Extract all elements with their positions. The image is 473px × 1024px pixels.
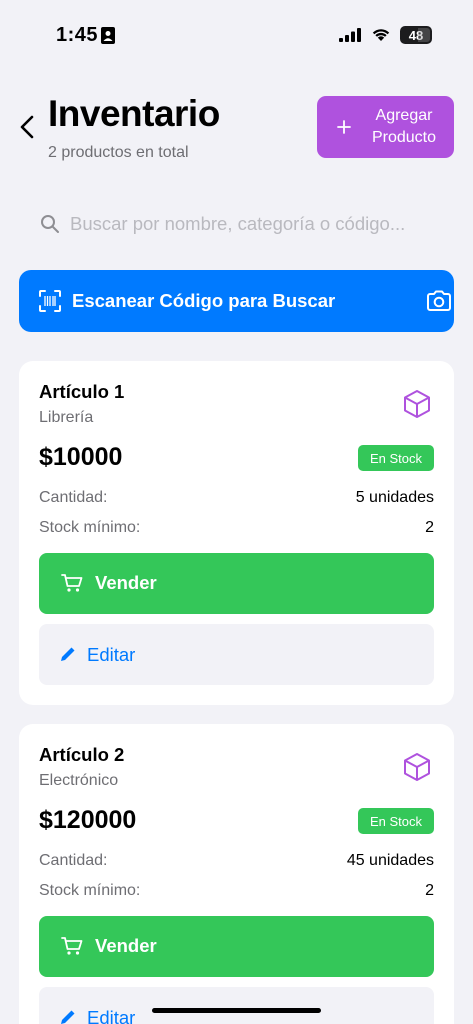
barcode-icon [39,290,61,312]
cellular-signal-icon [339,28,361,42]
page-subtitle: 2 productos en total [48,144,189,161]
product-name: Artículo 2 [39,744,125,765]
scan-barcode-button[interactable]: Escanear Código para Buscar [19,270,454,332]
product-card: Artículo 1 Librería $10000 En Stock Cant… [19,361,454,705]
chevron-left-icon[interactable] [18,114,38,140]
status-bar: 1:45 48 [0,0,473,60]
sell-button[interactable]: Vender [39,916,434,977]
quantity-label: Cantidad: [39,852,108,869]
add-product-label: Agregar Producto [371,107,437,146]
wifi-icon [372,29,390,41]
stock-status-badge: En Stock [358,445,434,471]
min-stock-label: Stock mínimo: [39,882,141,899]
sell-button[interactable]: Vender [39,553,434,614]
stock-status-badge: En Stock [358,808,434,834]
edit-button[interactable]: Editar [39,987,434,1024]
battery-indicator: 48 [400,26,432,44]
product-name: Artículo 1 [39,381,125,402]
search-input[interactable] [70,213,440,235]
product-price: $120000 [39,806,137,834]
plus-icon [337,120,351,134]
search-bar [40,212,440,236]
scan-button-label: Escanear Código para Buscar [72,290,336,311]
page-title: Inventario [48,93,220,134]
quantity-value: 45 unidades [346,852,434,869]
min-stock-label: Stock mínimo: [39,519,141,536]
quantity-label: Cantidad: [39,489,108,506]
sell-button-label: Vender [95,935,157,956]
contact-card-icon [101,27,115,44]
cart-icon [61,937,83,955]
camera-icon [427,290,451,311]
box-icon [404,753,430,781]
product-card: Artículo 2 Electrónico $120000 En Stock … [19,724,454,1024]
sell-button-label: Vender [95,572,157,593]
product-category: Librería [39,409,94,426]
quantity-value: 5 unidades [355,489,434,506]
pencil-icon [61,1010,75,1024]
edit-button-label: Editar [87,644,136,665]
battery-fill [418,28,430,42]
add-product-button[interactable]: Agregar Producto [317,96,454,158]
search-icon [41,215,59,233]
pencil-icon [61,647,75,661]
min-stock-value: 2 [425,882,434,899]
box-icon [404,390,430,418]
min-stock-value: 2 [425,519,434,536]
home-indicator [152,1008,321,1013]
product-category: Electrónico [39,772,119,789]
status-time: 1:45 [56,24,99,46]
cart-icon [61,574,83,592]
edit-button-label: Editar [87,1007,136,1024]
product-price: $10000 [39,443,123,471]
edit-button[interactable]: Editar [39,624,434,685]
